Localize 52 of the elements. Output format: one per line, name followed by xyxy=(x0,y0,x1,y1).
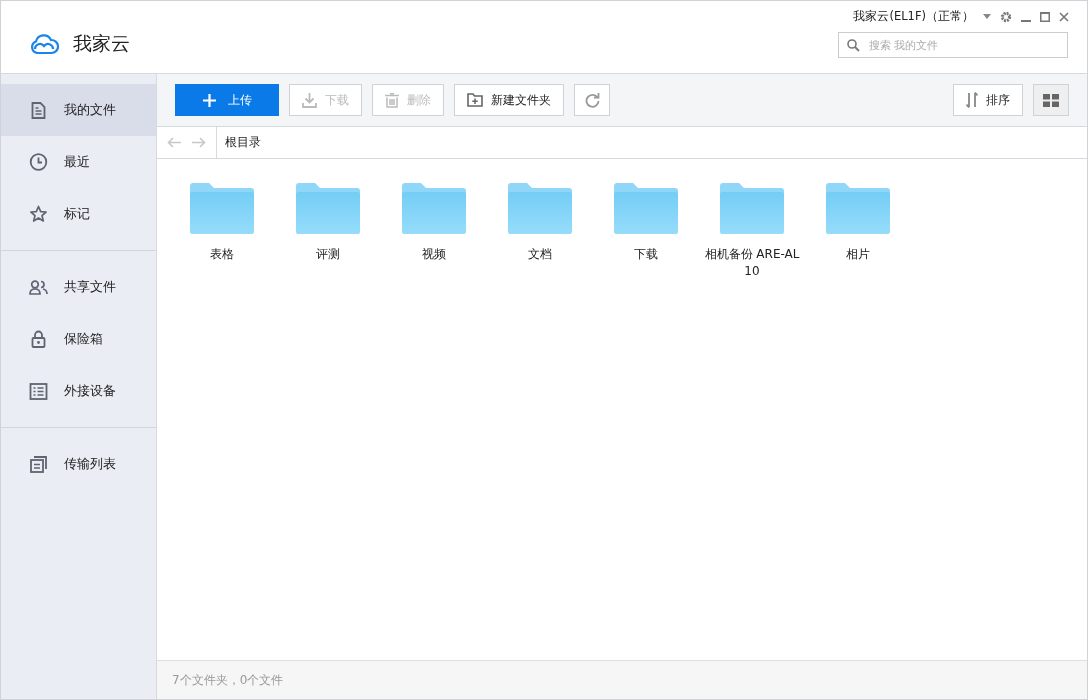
folder-name[interactable]: 相机备份 ARE-AL10 xyxy=(704,246,800,280)
stacked-pages-icon xyxy=(29,455,48,473)
folder-icon[interactable] xyxy=(614,183,678,234)
app-title: 我家云 xyxy=(73,31,130,56)
sidebar-item[interactable]: 最近 xyxy=(1,136,156,188)
sidebar-item[interactable]: 标记 xyxy=(1,188,156,240)
breadcrumb-path[interactable]: 根目录 xyxy=(217,134,261,151)
trash-icon xyxy=(385,92,399,108)
folder-icon[interactable] xyxy=(720,183,784,234)
people-icon xyxy=(29,279,48,295)
sidebar-item[interactable]: 我的文件 xyxy=(1,84,156,136)
account-dropdown[interactable]: 我家云(EL1F)（正常） xyxy=(853,9,974,24)
lock-icon xyxy=(29,330,48,348)
folder-icon[interactable] xyxy=(826,183,890,234)
star-icon xyxy=(29,205,48,223)
upload-button[interactable]: 上传 xyxy=(175,84,279,116)
maximize-icon[interactable] xyxy=(1040,11,1050,22)
forward-arrow-icon[interactable] xyxy=(192,137,207,148)
folder-icon[interactable] xyxy=(402,183,466,234)
sort-arrows-icon xyxy=(966,92,978,108)
sort-button[interactable]: 排序 xyxy=(953,84,1023,116)
new-folder-icon xyxy=(467,93,483,107)
folder-name[interactable]: 评测 xyxy=(280,246,376,263)
plus-icon xyxy=(202,93,216,107)
download-icon xyxy=(302,92,317,108)
cloud-logo-icon xyxy=(29,33,59,55)
sidebar-item[interactable]: 共享文件 xyxy=(1,261,156,313)
sidebar-item[interactable]: 保险箱 xyxy=(1,313,156,365)
sidebar-item[interactable]: 传输列表 xyxy=(1,438,156,490)
status-text: 7个文件夹，0个文件 xyxy=(157,660,1087,699)
refresh-button[interactable] xyxy=(574,84,610,116)
sidebar-item[interactable]: 外接设备 xyxy=(1,365,156,417)
refresh-icon xyxy=(584,92,600,108)
caret-icon[interactable] xyxy=(983,14,991,19)
document-icon xyxy=(29,101,48,119)
back-arrow-icon[interactable] xyxy=(166,137,181,148)
folder-icon[interactable] xyxy=(296,183,360,234)
folder-name[interactable]: 下载 xyxy=(598,246,694,263)
folder-icon[interactable] xyxy=(508,183,572,234)
folder-name[interactable]: 文档 xyxy=(492,246,588,263)
settings-icon[interactable] xyxy=(1000,10,1012,23)
clock-icon xyxy=(29,153,48,171)
grid-view-button[interactable] xyxy=(1033,84,1069,116)
folder-icon[interactable] xyxy=(190,183,254,234)
folder-name[interactable]: 相片 xyxy=(810,246,906,263)
newfolder-button[interactable]: 新建文件夹 xyxy=(454,84,564,116)
list-icon xyxy=(29,382,48,400)
search-field[interactable]: 搜索 我的文件 xyxy=(838,32,1068,58)
grid-icon xyxy=(1043,93,1059,107)
close-icon[interactable] xyxy=(1059,11,1069,22)
folder-name[interactable]: 视频 xyxy=(386,246,482,263)
folder-name[interactable]: 表格 xyxy=(174,246,270,263)
